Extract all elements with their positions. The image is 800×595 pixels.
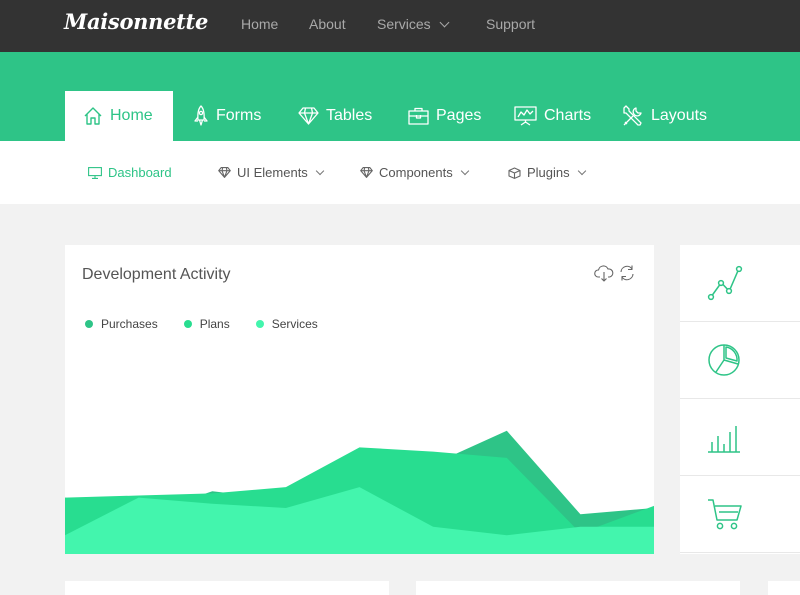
brand-logo[interactable]: Maisonnette <box>64 9 208 34</box>
legend-label: Purchases <box>101 317 158 331</box>
shopping-cart-icon <box>708 499 742 530</box>
card-tools <box>594 264 636 282</box>
legend-label: Plans <box>199 317 230 331</box>
tab-pages-label: Pages <box>436 107 482 124</box>
subnav-dashboard-label: Dashboard <box>108 165 172 180</box>
tab-forms[interactable]: Forms <box>193 91 261 141</box>
tab-home[interactable]: Home <box>65 91 173 141</box>
chart-legend: Purchases Plans Services <box>85 317 344 331</box>
subnav-ui-elements[interactable]: UI Elements <box>218 165 325 180</box>
side-tile-line-chart[interactable] <box>680 245 800 322</box>
tools-icon <box>623 105 642 126</box>
tab-home-label: Home <box>110 107 153 124</box>
chevron-down-icon <box>439 17 450 28</box>
side-tile-pie-chart[interactable] <box>680 322 800 399</box>
monitor-icon <box>88 166 102 179</box>
home-icon <box>84 107 102 125</box>
rocket-icon <box>194 105 208 126</box>
bottom-card <box>65 581 389 595</box>
topnav-services-label: Services <box>377 16 431 32</box>
line-chart-icon <box>707 265 743 301</box>
side-tile-bar-chart[interactable] <box>680 399 800 476</box>
subnav-plugins[interactable]: Plugins <box>508 165 586 180</box>
legend-dot <box>183 320 192 328</box>
legend-dot <box>255 320 264 328</box>
box-icon <box>508 166 521 179</box>
diamond-icon <box>218 167 231 178</box>
tab-tables-label: Tables <box>326 107 373 124</box>
refresh-icon[interactable] <box>618 264 636 282</box>
diamond-icon <box>360 167 373 178</box>
side-tile-shopping-cart[interactable] <box>680 476 800 553</box>
chevron-down-icon <box>315 166 325 175</box>
chevron-down-icon <box>577 166 586 175</box>
tab-tables[interactable]: Tables <box>298 91 372 141</box>
legend-dot <box>85 320 93 328</box>
legend-label: Services <box>271 317 318 331</box>
pie-chart-icon <box>708 344 740 376</box>
subnav-components-label: Components <box>379 165 453 180</box>
legend-item-plans[interactable]: Plans <box>183 317 230 331</box>
subnav-dashboard[interactable]: Dashboard <box>88 165 172 180</box>
tab-charts-label: Charts <box>544 107 592 124</box>
cloud-download-icon[interactable] <box>594 264 614 282</box>
tab-charts[interactable]: Charts <box>514 91 591 141</box>
top-navbar: Maisonnette Home About Services Support <box>0 0 800 52</box>
topnav-home[interactable]: Home <box>241 16 278 32</box>
area-chart <box>65 430 654 554</box>
diamond-icon <box>298 107 319 125</box>
subnav-components[interactable]: Components <box>360 165 469 180</box>
quick-stats-panel <box>680 245 800 554</box>
presentation-chart-icon <box>514 106 537 126</box>
tab-layouts-label: Layouts <box>651 107 708 124</box>
topnav-support[interactable]: Support <box>486 16 535 32</box>
development-activity-card: Development Activity Purchases Plans Ser… <box>65 245 654 554</box>
topnav-services[interactable]: Services <box>377 16 450 32</box>
subnav-plugins-label: Plugins <box>527 165 570 180</box>
tab-pages[interactable]: Pages <box>408 91 481 141</box>
legend-item-purchases[interactable]: Purchases <box>85 317 158 331</box>
sub-navbar: Dashboard UI Elements Components Plugins <box>0 141 800 204</box>
subnav-ui-elements-label: UI Elements <box>237 165 308 180</box>
legend-item-services[interactable]: Services <box>255 317 318 331</box>
card-title: Development Activity <box>82 266 231 283</box>
bar-chart-icon <box>708 426 740 453</box>
tab-forms-label: Forms <box>216 107 262 124</box>
tab-layouts[interactable]: Layouts <box>622 91 707 141</box>
bottom-card <box>416 581 740 595</box>
briefcase-icon <box>408 107 429 125</box>
chevron-down-icon <box>460 166 469 175</box>
bottom-card <box>768 581 800 595</box>
topnav-about[interactable]: About <box>309 16 346 32</box>
